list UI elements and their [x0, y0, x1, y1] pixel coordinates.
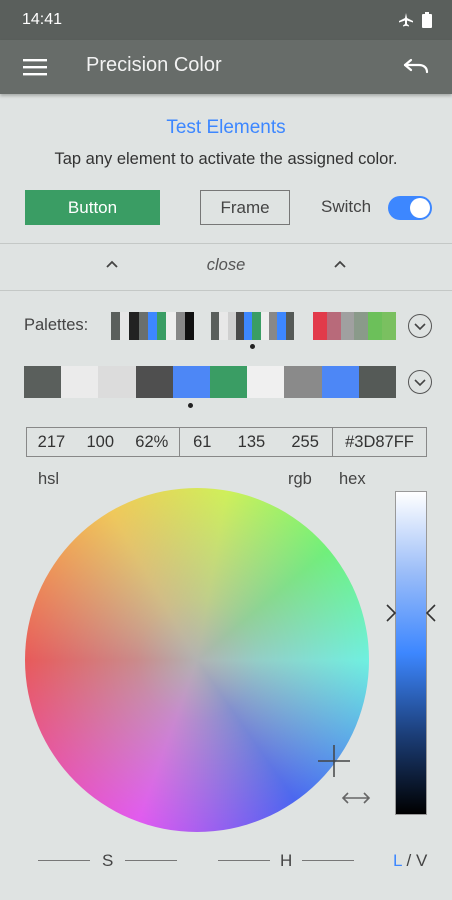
- active-palette-swatch[interactable]: [247, 366, 285, 398]
- palette-selected-indicator: [250, 344, 255, 349]
- palette-swatch: [184, 312, 194, 340]
- palette-swatch: [147, 312, 158, 340]
- palette-1[interactable]: [111, 312, 194, 340]
- crosshair-icon[interactable]: [316, 743, 352, 779]
- palette-swatch: [354, 312, 369, 340]
- color-wheel[interactable]: [25, 488, 369, 832]
- hex-value[interactable]: #3D87FF: [332, 427, 427, 457]
- test-elements-title: Test Elements: [166, 117, 286, 138]
- test-frame[interactable]: Frame: [200, 190, 290, 225]
- app-title: Precision Color: [86, 54, 222, 76]
- hsl-h: 217: [37, 432, 66, 451]
- active-palette-expand-button[interactable]: [408, 370, 432, 394]
- hex-label: hex: [339, 470, 366, 488]
- s-slider-line[interactable]: [38, 860, 90, 861]
- palette-swatch: [244, 312, 253, 340]
- hsl-values[interactable]: 217 100 62%: [26, 427, 179, 457]
- chevron-down-icon: [414, 379, 426, 387]
- palette-swatch: [313, 312, 327, 340]
- palette-swatch: [175, 312, 185, 340]
- palettes-expand-button[interactable]: [408, 314, 432, 338]
- rgb-r: 61: [193, 432, 212, 451]
- close-label[interactable]: close: [0, 256, 452, 275]
- hsl-s: 100: [86, 432, 114, 451]
- palette-swatch: [166, 312, 176, 340]
- active-palette-swatch[interactable]: [135, 366, 173, 398]
- palette-swatch: [129, 312, 139, 340]
- active-palette-swatch[interactable]: [172, 366, 211, 398]
- active-palette-swatch[interactable]: [24, 366, 62, 398]
- rgb-g: 135: [237, 432, 266, 451]
- test-button[interactable]: Button: [25, 190, 160, 225]
- palette-swatch: [340, 312, 355, 340]
- horizontal-arrows-icon[interactable]: [340, 788, 372, 808]
- chevron-down-icon: [414, 323, 426, 331]
- test-elements-hint: Tap any element to activate the assigned…: [54, 150, 398, 168]
- rgb-label: rgb: [288, 470, 312, 488]
- h-slider-line[interactable]: [302, 860, 354, 861]
- switch-label: Switch: [321, 197, 372, 216]
- lv-toggle[interactable]: L / V: [393, 851, 427, 871]
- active-palette[interactable]: [24, 366, 397, 398]
- l-label[interactable]: L: [393, 851, 402, 870]
- active-palette-swatch[interactable]: [61, 366, 99, 398]
- menu-icon[interactable]: [22, 57, 48, 77]
- active-palette-swatch[interactable]: [98, 366, 136, 398]
- status-bar: 14:41: [0, 0, 452, 40]
- switch-knob: [410, 198, 430, 218]
- hex-text: #3D87FF: [345, 432, 414, 451]
- palette-swatch: [326, 312, 341, 340]
- active-palette-swatch[interactable]: [284, 366, 322, 398]
- app-bar: Precision Color: [0, 40, 452, 94]
- close-bar[interactable]: close: [0, 245, 452, 289]
- palette-swatch: [120, 312, 130, 340]
- palette-swatch: [211, 312, 220, 340]
- rgb-values[interactable]: 61 135 255: [179, 427, 332, 457]
- palette-2[interactable]: [211, 312, 294, 340]
- palette-swatch: [382, 312, 396, 340]
- h-slider-line[interactable]: [218, 860, 270, 861]
- s-slider-line[interactable]: [125, 860, 177, 861]
- active-palette-swatch[interactable]: [210, 366, 248, 398]
- palette-swatch: [157, 312, 167, 340]
- palettes-label: Palettes:: [24, 316, 89, 334]
- rgb-b: 255: [291, 432, 319, 451]
- palette-swatch: [219, 312, 228, 340]
- palette-swatch: [368, 312, 383, 340]
- active-color-indicator: [188, 403, 193, 408]
- test-switch[interactable]: [388, 196, 432, 220]
- lightness-slider[interactable]: [395, 491, 427, 815]
- palette-swatch: [260, 312, 270, 340]
- palette-swatch: [252, 312, 261, 340]
- palette-swatch: [111, 312, 121, 340]
- battery-icon: [422, 12, 432, 28]
- lv-separator: /: [401, 851, 416, 870]
- hsl-label: hsl: [38, 470, 60, 488]
- airplane-icon: [399, 13, 413, 27]
- divider: [0, 290, 452, 291]
- status-time: 14:41: [22, 11, 63, 28]
- palette-swatch: [269, 312, 278, 340]
- chevron-up-icon[interactable]: [332, 257, 348, 273]
- divider: [0, 243, 452, 244]
- undo-icon[interactable]: [402, 56, 430, 78]
- s-label[interactable]: S: [102, 851, 113, 871]
- active-palette-swatch[interactable]: [358, 366, 397, 398]
- status-icons: [398, 10, 432, 30]
- h-label[interactable]: H: [280, 851, 292, 871]
- active-palette-swatch[interactable]: [321, 366, 359, 398]
- hsl-l: 62%: [135, 432, 169, 451]
- palette-3[interactable]: [313, 312, 396, 340]
- palette-swatch: [227, 312, 236, 340]
- slider-marker-right-icon[interactable]: [425, 604, 437, 622]
- palette-swatch: [285, 312, 294, 340]
- palette-swatch: [138, 312, 148, 340]
- color-values: 217 100 62% 61 135 255 #3D87FF: [26, 427, 427, 457]
- palette-swatch: [277, 312, 286, 340]
- slider-marker-left-icon[interactable]: [385, 604, 397, 622]
- palette-swatch: [235, 312, 245, 340]
- v-label[interactable]: V: [416, 851, 427, 870]
